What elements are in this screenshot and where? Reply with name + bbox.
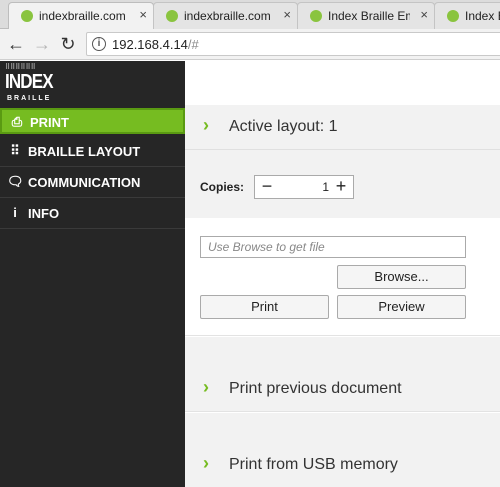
browser-tab-2[interactable]: indexbraille.com × bbox=[153, 2, 298, 29]
active-layout-section[interactable]: › Active layout: 1 bbox=[185, 105, 500, 150]
index-braille-logo: ⠿⠿⠿⠿⠿⠿ INDEX BRAILLE bbox=[5, 63, 54, 104]
print-usb-section[interactable]: › Print from USB memory bbox=[185, 413, 500, 487]
index-favicon-icon bbox=[21, 10, 33, 22]
url-text: 192.168.4.14/# bbox=[112, 37, 199, 52]
tab-title: Index Br bbox=[465, 9, 500, 23]
sidebar-item-print[interactable]: ⎙ PRINT bbox=[0, 108, 185, 134]
tab-title: indexbraille.com bbox=[184, 9, 271, 23]
sidebar-menu: ⎙ PRINT ⠿ BRAILLE LAYOUT 🗨 COMMUNICATION… bbox=[0, 106, 185, 229]
file-path-input[interactable]: Use Browse to get file bbox=[200, 236, 466, 258]
logo-area: ⠿⠿⠿⠿⠿⠿ INDEX BRAILLE bbox=[0, 61, 185, 106]
url-path: /# bbox=[187, 37, 199, 52]
forward-arrow-icon[interactable]: → bbox=[32, 33, 52, 55]
url-host: 192.168.4.14 bbox=[112, 37, 188, 52]
index-favicon-icon bbox=[166, 10, 178, 22]
sidebar-item-info[interactable]: i INFO bbox=[0, 198, 185, 229]
tab-title: indexbraille.com bbox=[39, 9, 126, 23]
logo-sub: BRAILLE bbox=[7, 95, 52, 102]
index-favicon-icon bbox=[310, 10, 322, 22]
chat-icon: 🗨 bbox=[7, 174, 24, 189]
sidebar-item-communication[interactable]: 🗨 COMMUNICATION bbox=[0, 167, 185, 198]
close-icon[interactable]: × bbox=[283, 8, 291, 22]
sidebar-item-braille-layout[interactable]: ⠿ BRAILLE LAYOUT bbox=[0, 136, 185, 167]
chevron-right-icon: › bbox=[203, 453, 209, 473]
logo-word: INDEX bbox=[5, 71, 54, 93]
copies-label: Copies: bbox=[200, 180, 245, 194]
braille-layout-icon: ⠿ bbox=[10, 143, 20, 158]
logo-braille-dots: ⠿⠿⠿⠿⠿⠿ bbox=[5, 63, 36, 71]
preview-button[interactable]: Preview bbox=[337, 295, 466, 319]
printer-icon: ⎙ bbox=[11, 114, 23, 129]
close-icon[interactable]: × bbox=[139, 8, 147, 22]
site-info-icon[interactable]: i bbox=[92, 37, 106, 51]
copies-stepper[interactable]: − 1 + bbox=[254, 175, 354, 199]
address-bar[interactable]: i 192.168.4.14/# bbox=[86, 32, 500, 56]
main-content: › Active layout: 1 Copies: − 1 + Use Bro… bbox=[185, 105, 500, 487]
index-favicon-icon bbox=[447, 10, 459, 22]
close-icon[interactable]: × bbox=[420, 8, 428, 22]
sidebar-item-label: BRAILLE LAYOUT bbox=[28, 144, 141, 159]
browser-toolbar: ← → ↻ i 192.168.4.14/# bbox=[0, 29, 500, 60]
sidebar-item-label: INFO bbox=[28, 206, 60, 221]
print-button[interactable]: Print bbox=[200, 295, 329, 319]
active-layout-title: Active layout: 1 bbox=[229, 118, 338, 135]
browser-tab-strip: indexbraille.com × indexbraille.com × In… bbox=[0, 0, 500, 29]
plus-button[interactable]: + bbox=[333, 176, 349, 198]
chevron-right-icon: › bbox=[203, 115, 209, 135]
browse-button[interactable]: Browse... bbox=[337, 265, 466, 289]
copies-value[interactable]: 1 bbox=[305, 180, 329, 194]
print-usb-title: Print from USB memory bbox=[229, 456, 398, 473]
sidebar: ⠿⠿⠿⠿⠿⠿ INDEX BRAILLE ⎙ PRINT ⠿ BRAILLE L… bbox=[0, 61, 185, 487]
reload-icon[interactable]: ↻ bbox=[58, 33, 78, 55]
sidebar-item-label: COMMUNICATION bbox=[28, 175, 141, 190]
sidebar-item-label: PRINT bbox=[30, 115, 69, 130]
browser-tab-4[interactable]: Index Br bbox=[434, 2, 500, 29]
info-icon: i bbox=[13, 205, 17, 220]
print-previous-title: Print previous document bbox=[229, 380, 402, 397]
browser-tab-1[interactable]: indexbraille.com × bbox=[8, 2, 154, 29]
print-previous-section[interactable]: › Print previous document bbox=[185, 337, 500, 412]
back-arrow-icon[interactable]: ← bbox=[6, 33, 26, 55]
browser-tab-3[interactable]: Index Braille Emb × bbox=[297, 2, 435, 29]
tab-title: Index Braille Emb bbox=[328, 9, 410, 23]
chevron-right-icon: › bbox=[203, 377, 209, 397]
minus-button[interactable]: − bbox=[259, 176, 275, 198]
